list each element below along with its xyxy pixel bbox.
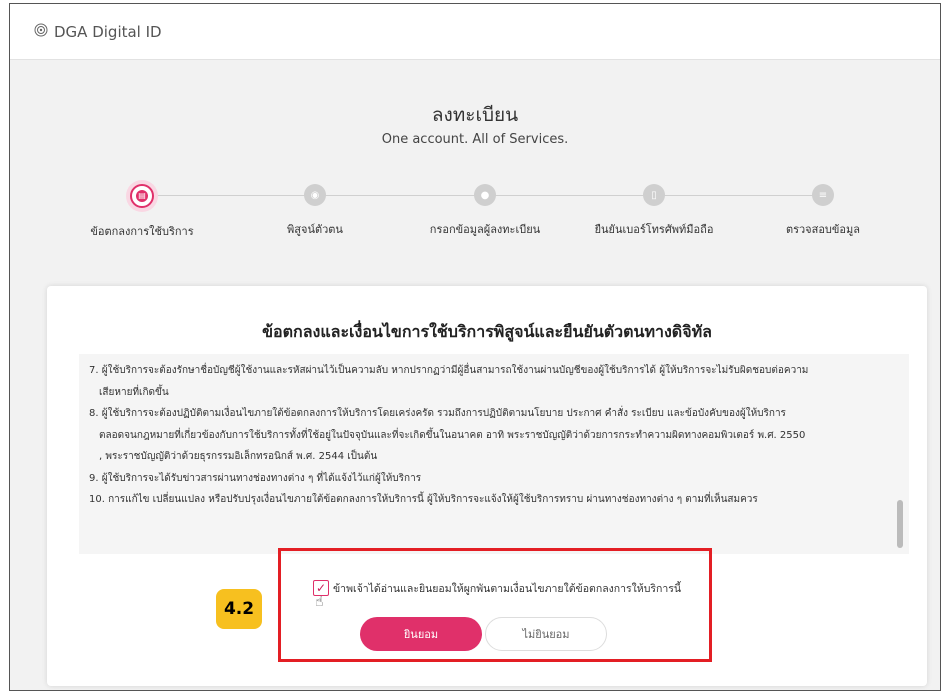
step-terms-indicator: ▤ [130,184,154,208]
step-terms: ▤ ข้อตกลงการใช้บริการ [62,184,222,240]
terms-line: 9. ผู้ใช้บริการจะได้รับข่าวสารผ่านทางช่อ… [89,472,422,484]
page-subtitle: One account. All of Services. [381,132,569,147]
hand-cursor-icon: ☝ [315,594,324,610]
top-bar: DGA Digital ID [10,4,940,60]
terms-line: 7. ผู้ใช้บริการจะต้องรักษาชื่อบัญชีผู้ใช… [89,365,809,376]
phone-icon: ▯ [643,184,665,206]
checkmark-icon: ✓ [315,581,327,595]
terms-title: ข้อตกลงและเงื่อนไขการใช้บริการพิสูจน์และ… [262,322,712,341]
terms-line: , พระราชบัญญัติว่าด้วยธุรกรรมอิเล็กทรอนิ… [99,451,378,462]
step-badge: 4.2 [216,589,262,629]
document-icon: ▤ [136,190,148,202]
user-icon: ● [474,184,496,206]
terms-line: ตลอดจนกฎหมายที่เกี่ยวข้องกับการใช้บริการ… [99,429,806,441]
consent-label[interactable]: ข้าพเจ้าได้อ่านและยินยอมให้ผูกพันตามเงื่… [333,580,681,597]
step-label: กรอกข้อมูลผู้ลงทะเบียน [429,223,541,236]
page-title: ลงทะเบียน [431,104,519,126]
step-label: พิสูจน์ตัวตน [287,223,343,236]
step-review: ≡ ตรวจสอบข้อมูล [743,184,903,238]
terms-line: 8. ผู้ใช้บริการจะต้องปฏิบัติตามเงื่อนไขภ… [89,408,786,419]
step-label: ตรวจสอบข้อมูล [785,223,861,236]
terms-line: เสียหายที่เกิดขึ้น [99,386,169,398]
accept-button[interactable]: ยินยอม [360,617,482,651]
terms-line: 10. การแก้ไข เปลี่ยนแปลง หรือปรับปรุงเงื… [89,494,758,505]
terms-text: 7. ผู้ใช้บริการจะต้องรักษาชื่อบัญชีผู้ใช… [89,360,889,511]
fingerprint-icon [34,23,48,41]
step-registrant-info: ● กรอกข้อมูลผู้ลงทะเบียน [405,184,565,238]
registration-stepper: ▤ ข้อตกลงการใช้บริการ ◉ พิสูจน์ตัวตน ● ก… [10,184,940,244]
app-title[interactable]: DGA Digital ID [54,23,162,41]
terms-scrollbar[interactable] [897,500,903,548]
step-label: ข้อตกลงการใช้บริการ [90,225,194,238]
fingerprint-icon: ◉ [304,184,326,206]
check-list-icon: ≡ [812,184,834,206]
step-label: ยืนยันเบอร์โทรศัพท์มือถือ [594,223,714,236]
step-phone-verify: ▯ ยืนยันเบอร์โทรศัพท์มือถือ [574,184,734,238]
terms-scroll-box[interactable]: 7. ผู้ใช้บริการจะต้องรักษาชื่อบัญชีผู้ใช… [79,354,909,554]
decline-button[interactable]: ไม่ยินยอม [485,617,607,651]
step-identity: ◉ พิสูจน์ตัวตน [235,184,395,238]
